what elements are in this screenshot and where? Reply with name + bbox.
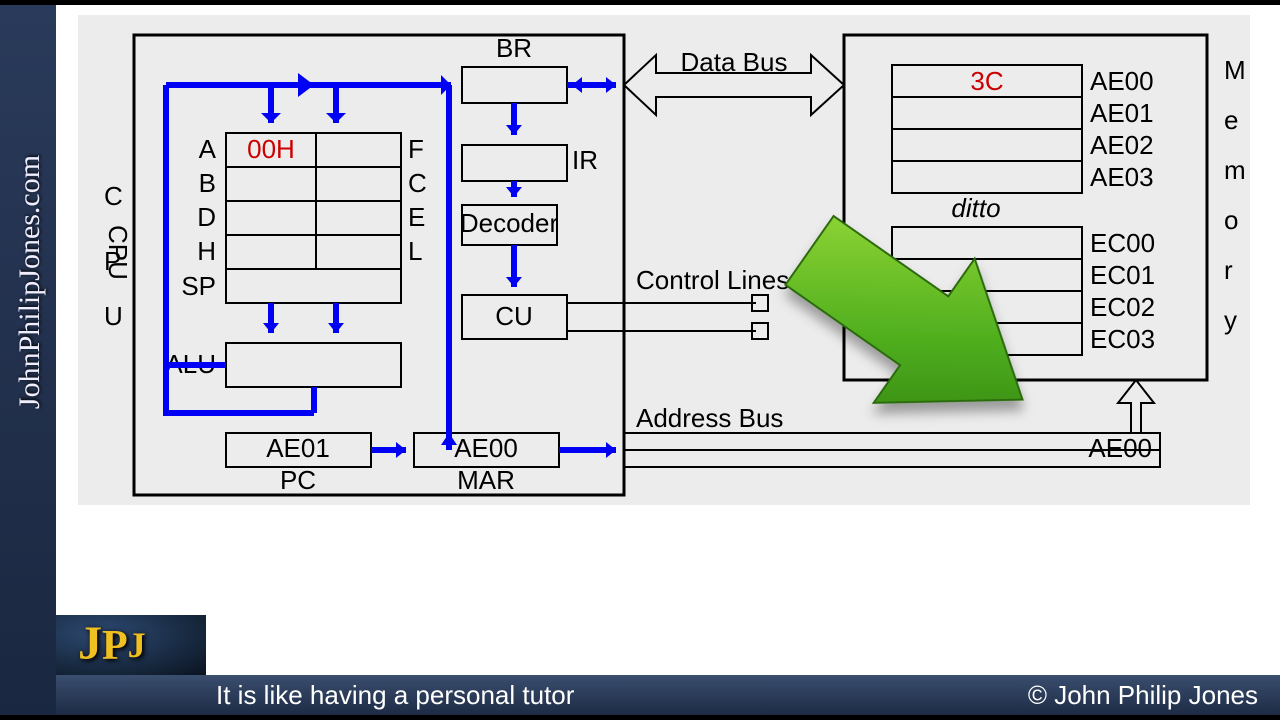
logo: JPJ <box>56 615 206 675</box>
main-stage: CPU C P U A B D H SP F C E L 00H ALU AE0… <box>56 5 1280 715</box>
caption-bar: It is like having a personal tutor © Joh… <box>56 675 1280 715</box>
brand-sidebar: JohnPhilipJones.com <box>0 5 56 715</box>
website-url: JohnPhilipJones.com <box>13 32 47 532</box>
caption-text: It is like having a personal tutor <box>216 680 574 711</box>
copyright-text: © John Philip Jones <box>1028 680 1258 711</box>
